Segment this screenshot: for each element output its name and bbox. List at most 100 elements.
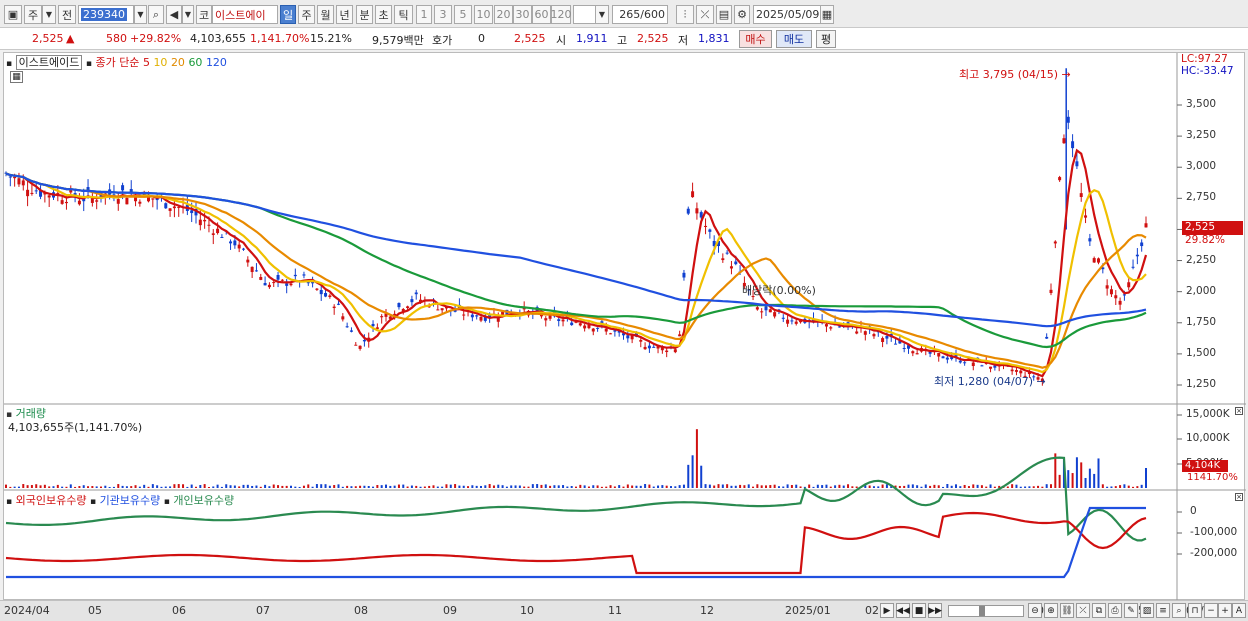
ma-5-line bbox=[5, 148, 1148, 378]
volume-bar bbox=[393, 485, 396, 488]
calendar-icon[interactable]: ▦ bbox=[820, 5, 834, 24]
plus-icon[interactable]: + bbox=[1218, 603, 1232, 618]
speaker-dropdown-icon[interactable]: ▼ bbox=[182, 5, 194, 24]
candle-body bbox=[315, 288, 319, 290]
x-axis-label: 12 bbox=[700, 604, 714, 617]
candle-body bbox=[1079, 193, 1083, 197]
print-icon[interactable]: ⎙ bbox=[1108, 603, 1122, 618]
period-tick[interactable]: 틱 bbox=[394, 5, 413, 24]
prev-button[interactable]: 전 bbox=[58, 5, 76, 24]
candle-body bbox=[1058, 177, 1062, 181]
zoom-in-icon[interactable]: ⊕ bbox=[1044, 603, 1058, 618]
market-ko-button[interactable]: 코 bbox=[196, 5, 212, 24]
crosshair-icon[interactable]: ⤫ bbox=[696, 5, 714, 24]
price-legend: ▪ 이스트에이드 ▪ 종가 단순 5 10 20 60 120 bbox=[6, 54, 227, 70]
close-icon[interactable]: × bbox=[1235, 493, 1243, 501]
code-input[interactable]: 239340 bbox=[78, 5, 134, 24]
volume-bar bbox=[752, 486, 755, 488]
price-tick-label: 1,500 bbox=[1186, 346, 1217, 359]
volume-bar bbox=[1032, 486, 1035, 488]
candle-series bbox=[4, 68, 1148, 386]
volume-bar bbox=[682, 484, 685, 488]
list-icon[interactable]: ≡ bbox=[1156, 603, 1170, 618]
buy-button[interactable]: 매수 bbox=[739, 30, 772, 48]
candle-body bbox=[341, 316, 345, 320]
volume-bar bbox=[199, 485, 202, 488]
candle-body bbox=[855, 331, 859, 334]
count-field[interactable]: 265/600 bbox=[612, 5, 668, 24]
link-icon[interactable]: ⛓ bbox=[1060, 603, 1074, 618]
period-second[interactable]: 초 bbox=[375, 5, 392, 24]
period-week[interactable]: 주 bbox=[298, 5, 315, 24]
period-day[interactable]: 일 bbox=[280, 5, 296, 24]
code-dropdown-icon[interactable]: ▼ bbox=[134, 5, 147, 24]
chevron-down-icon[interactable]: ▼ bbox=[42, 5, 56, 24]
minute-5[interactable]: 5 bbox=[454, 5, 472, 24]
stock-name-field[interactable]: 이스트에이 bbox=[212, 5, 278, 24]
period-minute[interactable]: 분 bbox=[356, 5, 373, 24]
volume-bar bbox=[1050, 484, 1052, 488]
close-icon[interactable]: × bbox=[1235, 407, 1243, 415]
eval-button[interactable]: 평 bbox=[816, 30, 836, 48]
volume-bar bbox=[147, 486, 150, 488]
volume-bar bbox=[1058, 474, 1061, 488]
minute-60[interactable]: 60 bbox=[532, 5, 551, 24]
search-icon[interactable]: ⌕ bbox=[1172, 603, 1186, 618]
volume-bar bbox=[937, 485, 940, 488]
cross-icon[interactable]: ⤫ bbox=[1076, 603, 1090, 618]
candle-body bbox=[626, 335, 630, 339]
minus-icon[interactable]: − bbox=[1204, 603, 1218, 618]
candle-body bbox=[229, 241, 233, 244]
volume-bar bbox=[877, 486, 880, 488]
lock-icon[interactable]: ⊓ bbox=[1188, 603, 1202, 618]
font-size-icon[interactable]: A bbox=[1232, 603, 1246, 618]
candle-body bbox=[116, 199, 120, 204]
volume-bar bbox=[238, 486, 241, 488]
minute-120[interactable]: 120 bbox=[551, 5, 572, 24]
period-year[interactable]: 년 bbox=[336, 5, 353, 24]
volume-bar bbox=[328, 485, 331, 488]
sell-button[interactable]: 매도 bbox=[776, 30, 812, 48]
volume-bar bbox=[307, 484, 310, 488]
volume-bar bbox=[609, 485, 612, 488]
candle-body bbox=[609, 333, 613, 335]
x-axis-label: 06 bbox=[172, 604, 186, 617]
minute-3[interactable]: 3 bbox=[434, 5, 452, 24]
save-icon[interactable]: ▤ bbox=[716, 5, 732, 24]
speaker-icon[interactable]: ◀ bbox=[166, 5, 182, 24]
chart-area[interactable]: ▪ 이스트에이드 ▪ 종가 단순 5 10 20 60 120 ▦ LC:97.… bbox=[3, 52, 1246, 601]
rewind-icon[interactable]: ◀◀ bbox=[896, 603, 910, 618]
minute-30[interactable]: 30 bbox=[513, 5, 532, 24]
minute-10[interactable]: 10 bbox=[474, 5, 493, 24]
custom-period-dropdown[interactable]: ▼ bbox=[595, 5, 609, 24]
period-month[interactable]: 월 bbox=[317, 5, 334, 24]
table-toggle-icon[interactable]: ▦ bbox=[10, 71, 23, 83]
minute-1[interactable]: 1 bbox=[416, 5, 432, 24]
candle-body bbox=[863, 331, 867, 335]
zoom-slider[interactable] bbox=[948, 605, 1024, 617]
stop-icon[interactable]: ■ bbox=[912, 603, 926, 618]
candle-body bbox=[125, 197, 129, 205]
fast-forward-icon[interactable]: ▶▶ bbox=[928, 603, 942, 618]
type-select[interactable]: 주 bbox=[24, 5, 42, 24]
volume-bar bbox=[432, 485, 435, 488]
edit-icon[interactable]: ✎ bbox=[1124, 603, 1138, 618]
copy-icon[interactable]: ⧉ bbox=[1092, 603, 1106, 618]
candle-body bbox=[254, 270, 258, 272]
x-axis-label: 08 bbox=[354, 604, 368, 617]
zoom-slider-handle[interactable] bbox=[979, 606, 985, 616]
volume-bar bbox=[505, 486, 508, 488]
minute-20[interactable]: 20 bbox=[494, 5, 513, 24]
volume-bar bbox=[143, 484, 146, 488]
candle-icon[interactable]: ⫶ bbox=[676, 5, 694, 24]
volume-bar bbox=[652, 486, 655, 488]
candle-body bbox=[781, 317, 785, 319]
gear-icon[interactable]: ⚙ bbox=[734, 5, 750, 24]
zoom-out-icon[interactable]: ⊖ bbox=[1028, 603, 1042, 618]
volume-bar bbox=[765, 485, 767, 488]
scroll-right-icon[interactable]: ▶ bbox=[880, 603, 894, 618]
image-icon[interactable]: ▨ bbox=[1140, 603, 1154, 618]
window-icon[interactable]: ▣ bbox=[4, 5, 22, 24]
search-icon[interactable]: ⌕ bbox=[148, 5, 164, 24]
date-field[interactable]: 2025/05/09 bbox=[753, 5, 821, 24]
